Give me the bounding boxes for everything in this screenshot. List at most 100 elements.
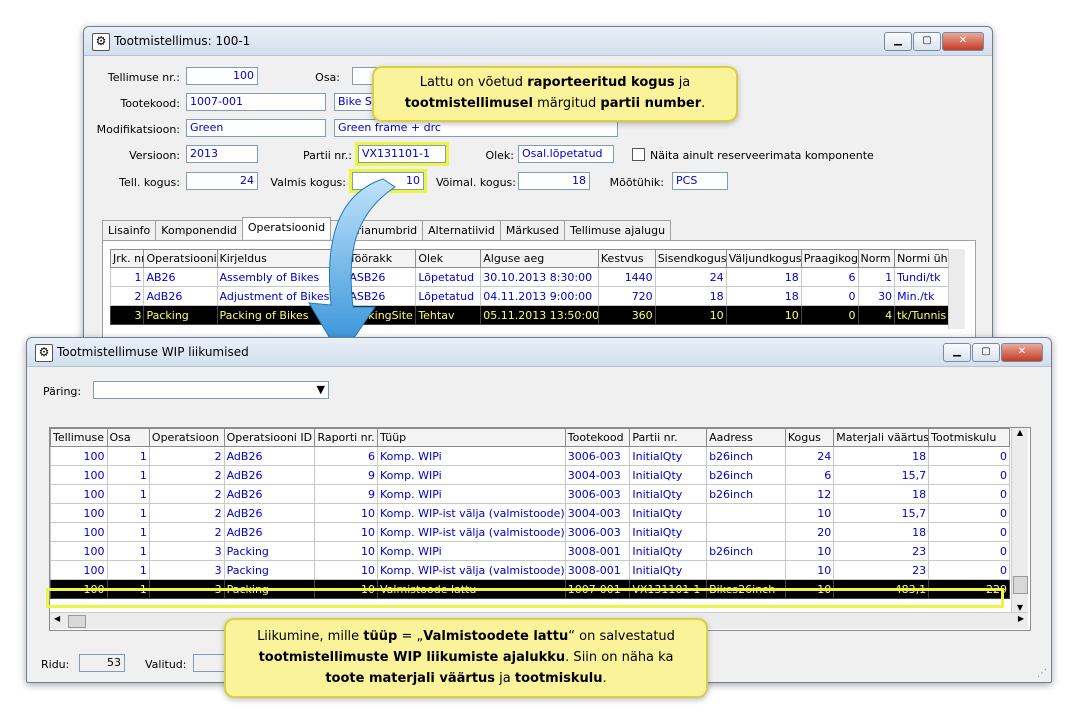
column-header[interactable]: Partii nr. (629, 428, 708, 447)
query-select[interactable]: ▼ (93, 381, 329, 399)
table-cell: 10 (784, 579, 835, 599)
callout-bottom-text: . (602, 671, 607, 686)
operation-row[interactable]: 3 Packing Packing of Bikes PackingSite Tehta… (109, 305, 956, 325)
ops-scrollbar[interactable] (948, 249, 965, 329)
column-header[interactable]: Sisendkogus (654, 249, 727, 268)
column-header[interactable]: Praagikogus (800, 249, 859, 268)
column-header[interactable]: Tootekood (564, 428, 631, 447)
scroll-left-icon[interactable]: ◀ (54, 614, 60, 623)
order-number-label: Tellimuse nr.: (107, 71, 180, 84)
table-cell: 10 (314, 522, 379, 542)
wip-row[interactable]: 100 1 2 AdB26 10 Komp. WIP-ist välja (valmist… (50, 503, 1010, 523)
minimize-button[interactable]: ▁ (943, 343, 971, 362)
column-header[interactable]: Normi ühik (894, 249, 956, 268)
version-field[interactable]: 2013 (186, 145, 258, 163)
unit-field[interactable]: PCS (672, 172, 728, 190)
batch-number-field[interactable]: VX131101-1 (355, 142, 449, 166)
tab-alternatiivid[interactable]: Alternatiivid (422, 220, 501, 240)
column-header[interactable]: Norm (857, 249, 896, 268)
modification-field[interactable]: Green (186, 119, 326, 137)
column-header[interactable]: Olek (415, 249, 482, 268)
hscroll-thumb[interactable] (68, 615, 86, 628)
column-header[interactable]: Osa (106, 428, 150, 447)
tab-lisainfo[interactable]: Lisainfo (102, 220, 157, 240)
table-cell: Komp. WIPi (377, 541, 566, 561)
table-cell: 18 (725, 267, 802, 287)
table-cell: 10 (784, 541, 835, 561)
table-cell: 10 (314, 503, 379, 523)
column-header[interactable]: Materjali väärtus (833, 428, 930, 447)
wip-vertical-scrollbar[interactable]: ▲ ▼ (1011, 428, 1028, 612)
maximize-button[interactable]: ▢ (972, 343, 1000, 362)
status-field[interactable]: Osal.lõpetatud (518, 145, 614, 163)
table-cell: 18 (833, 522, 930, 542)
unreserved-checkbox[interactable] (632, 148, 645, 161)
tab-tellimuse-ajalugu[interactable]: Tellimuse ajalugu (564, 220, 672, 240)
table-cell: AdB26 (223, 465, 316, 485)
table-cell: 0 (928, 560, 1010, 580)
minimize-button[interactable]: ▁ (884, 32, 912, 51)
wip-row[interactable]: 100 1 3 Packing 10 Komp. WIP-ist välja (valmi… (50, 560, 1010, 580)
table-cell: Lõpetatud (415, 267, 482, 287)
tab-markused[interactable]: Märkused (499, 220, 566, 240)
column-header[interactable]: Tootmiskulu (928, 428, 1010, 447)
tab-komponendid[interactable]: Komponendid (155, 220, 243, 240)
callout-bottom-bold: tootmiskulu (514, 671, 603, 686)
close-button[interactable]: ✕ (942, 32, 984, 51)
resize-grip-icon[interactable]: ⋰ (1037, 668, 1047, 679)
operation-row[interactable]: 2 AdB26 Adjustment of Bikes ASB26 Lõpetatud 0… (109, 286, 956, 306)
column-header[interactable]: Raporti nr. (314, 428, 379, 447)
column-header[interactable]: Alguse aeg (480, 249, 599, 268)
column-header[interactable]: Operatsiooni (143, 249, 218, 268)
wip-row[interactable]: 100 1 3 Packing 10 Valmistoode lattu 1007-001 V… (50, 579, 1010, 599)
ordered-qty-field[interactable]: 24 (186, 172, 258, 190)
table-cell: 30 (857, 286, 896, 306)
table-cell: 360 (597, 305, 656, 325)
scroll-down-icon[interactable]: ▼ (1012, 603, 1028, 612)
column-header[interactable]: Kestvus (597, 249, 656, 268)
table-cell: b26inch (706, 465, 786, 485)
column-header[interactable]: Väljundkogus (725, 249, 802, 268)
table-cell: Packing (143, 305, 218, 325)
table-cell: 6 (784, 465, 835, 485)
scroll-up-icon[interactable]: ▲ (1012, 428, 1028, 437)
maximize-button[interactable]: ▢ (913, 32, 941, 51)
table-cell: 100 (50, 503, 108, 523)
wip-row[interactable]: 100 1 2 AdB26 9 Komp. WIPi 3004-003 InitialQty b… (50, 465, 1010, 485)
wip-row[interactable]: 100 1 3 Packing 10 Komp. WIPi 3008-001 InitialQ… (50, 541, 1010, 561)
wip-row[interactable]: 100 1 2 AdB26 9 Komp. WIPi 3006-003 InitialQty b… (50, 484, 1010, 504)
ordered-qty-label: Tell. kogus: (119, 176, 180, 189)
app-icon: ⚙ (92, 33, 110, 51)
table-cell (706, 503, 786, 523)
column-header[interactable]: Operatsiooni ID (223, 428, 316, 447)
table-cell: 0 (928, 484, 1010, 504)
table-cell: 3006-003 (564, 446, 631, 466)
column-header[interactable]: Tüüp (377, 428, 566, 447)
table-cell: 3008-001 (564, 560, 631, 580)
table-cell: 18 (654, 286, 727, 306)
close-button[interactable]: ✕ (1001, 343, 1043, 362)
column-header[interactable]: Kogus (784, 428, 835, 447)
column-header[interactable]: Tellimuse (50, 428, 108, 447)
scroll-thumb[interactable] (1013, 576, 1028, 594)
item-code-field[interactable]: 1007-001 (186, 93, 326, 111)
table-cell: 1 (106, 579, 150, 599)
possible-qty-field[interactable]: 18 (518, 172, 590, 190)
item-description-field[interactable]: Bike S (334, 93, 374, 111)
table-cell: 720 (597, 286, 656, 306)
table-cell: 0 (928, 541, 1010, 561)
item-code-label: Tootekood: (120, 97, 180, 110)
column-header[interactable]: Aadress (706, 428, 786, 447)
column-header[interactable]: Operatsioon (148, 428, 225, 447)
chevron-down-icon[interactable]: ▼ (317, 382, 325, 398)
wip-row[interactable]: 100 1 2 AdB26 6 Komp. WIPi 3006-003 InitialQty b… (50, 446, 1010, 466)
table-cell: InitialQty (629, 560, 708, 580)
scroll-right-icon[interactable]: ▶ (1018, 614, 1024, 623)
table-cell: 10 (314, 579, 379, 599)
callout-top: Lattu on võetud raporteeritud kogus ja t… (372, 66, 738, 122)
wip-row[interactable]: 100 1 2 AdB26 10 Komp. WIP-ist välja (valmist… (50, 522, 1010, 542)
order-number-field[interactable]: 100 (186, 67, 258, 85)
operation-row[interactable]: 1 AB26 Assembly of Bikes ASB26 Lõpetatud 30.1… (109, 267, 956, 287)
column-header[interactable]: Jrk. nr (109, 249, 145, 268)
table-cell (706, 560, 786, 580)
